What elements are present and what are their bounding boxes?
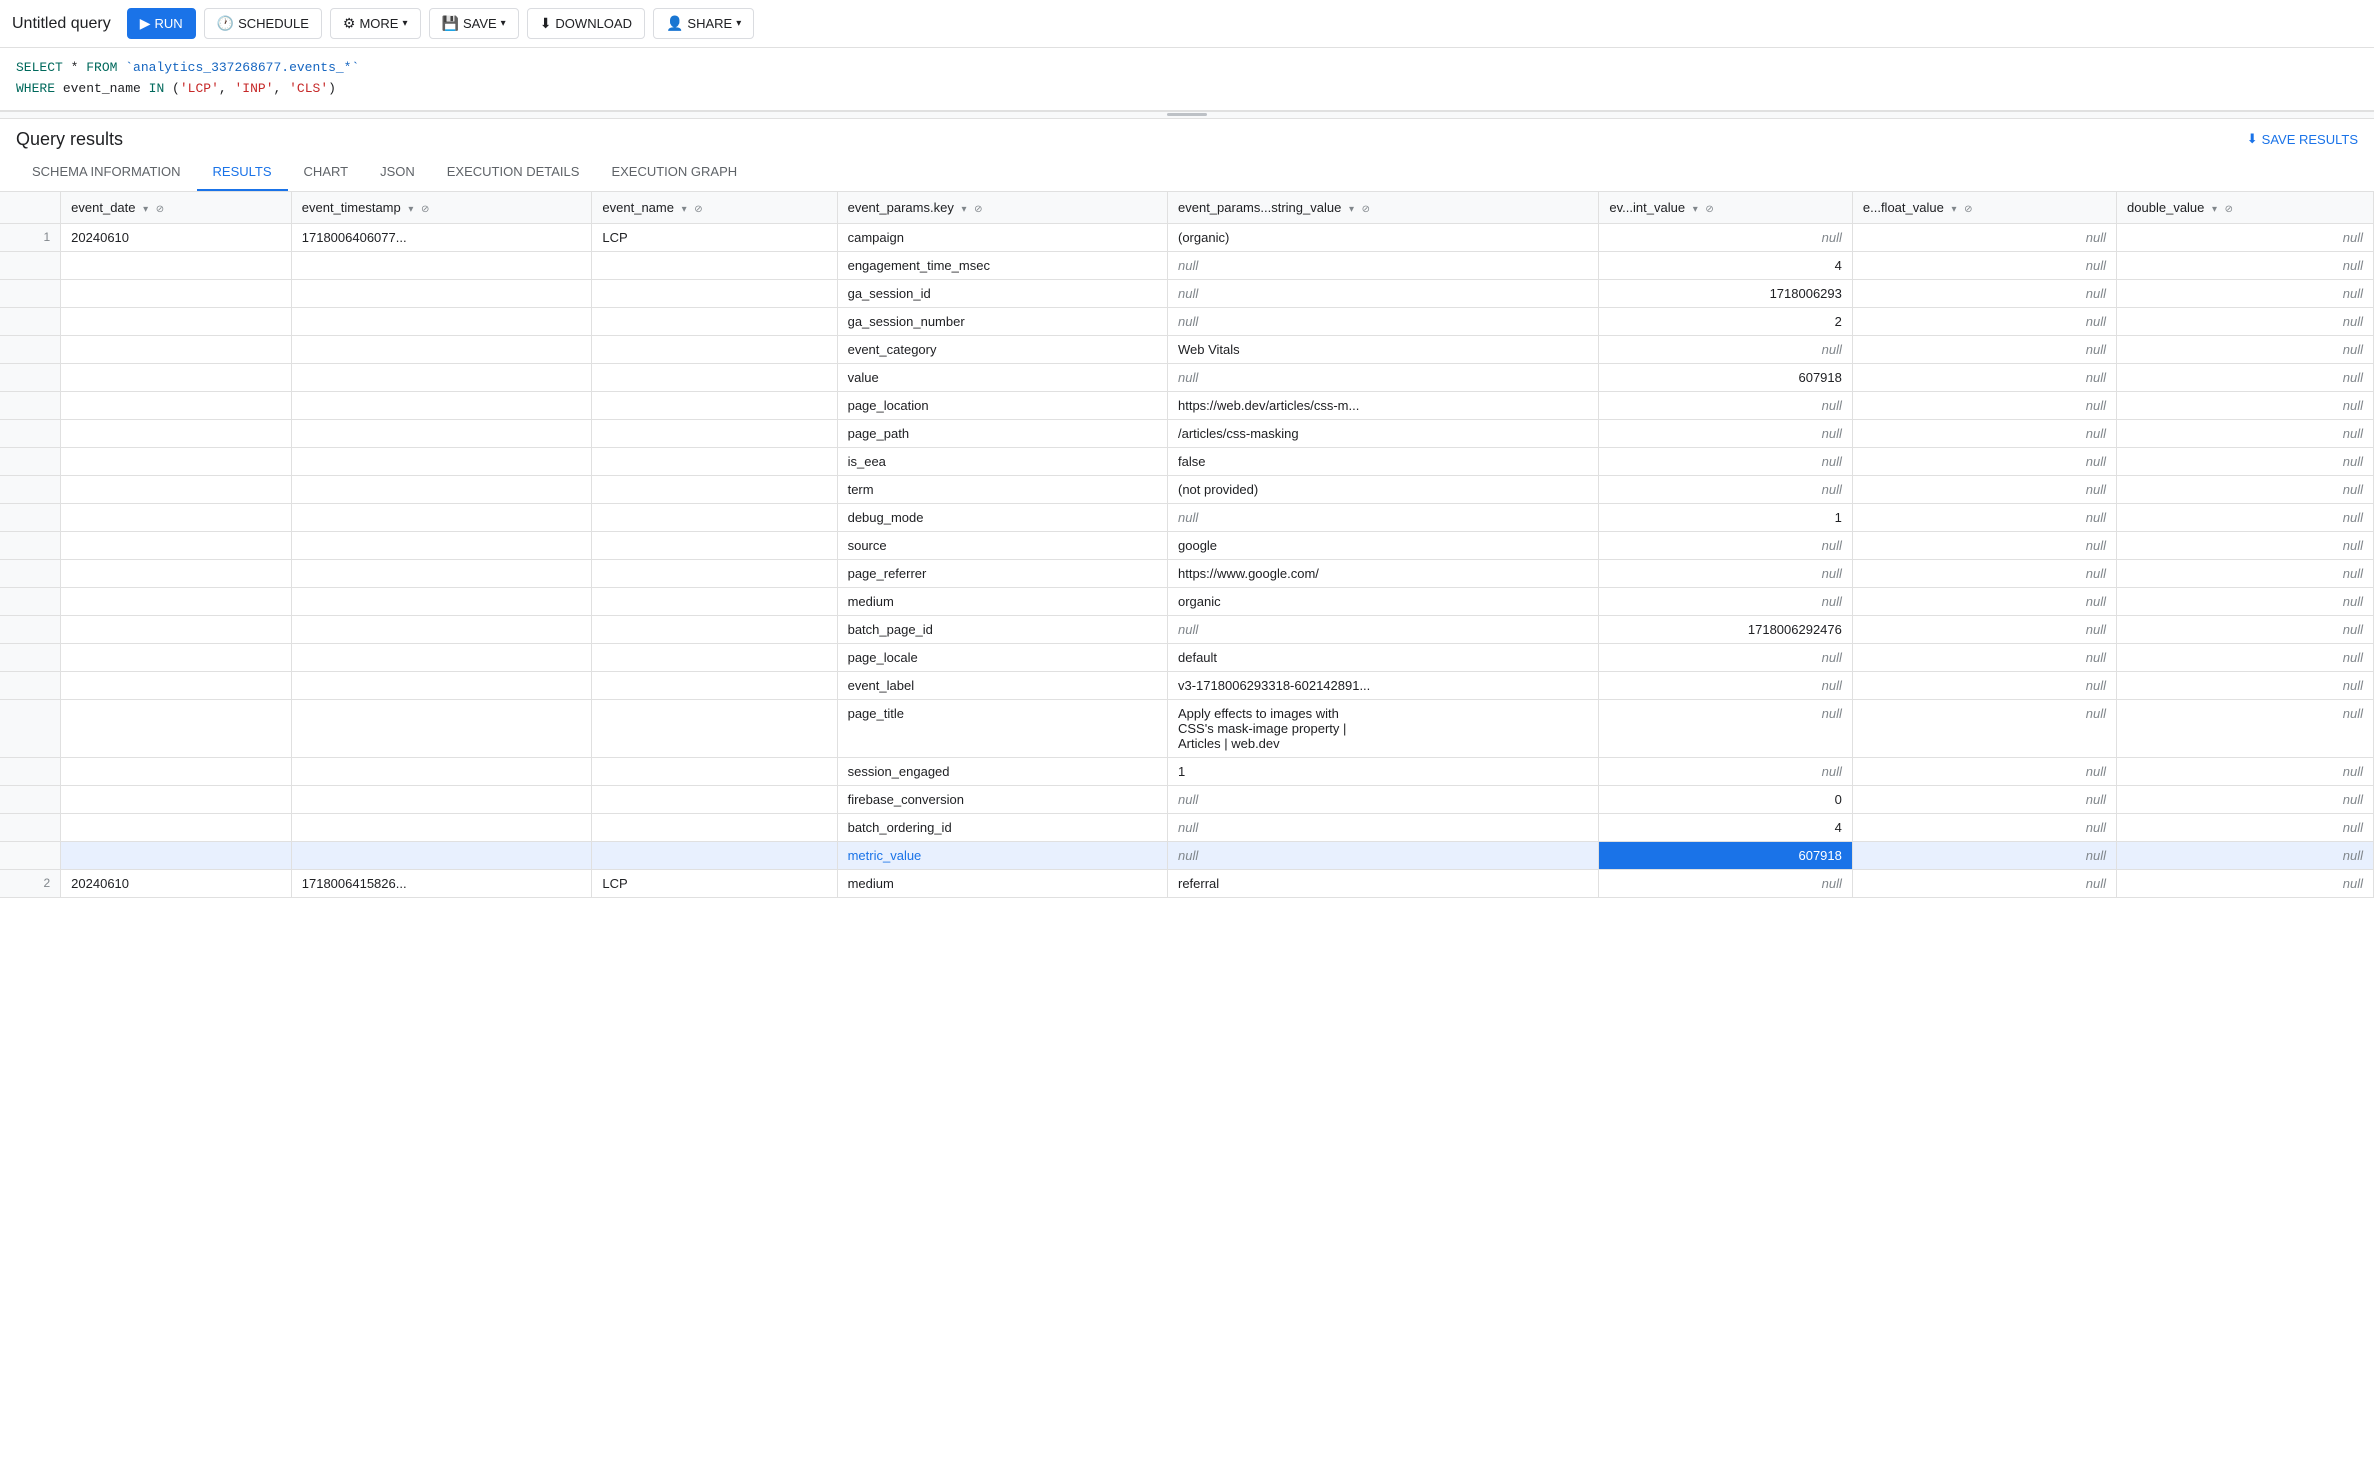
results-title: Query results: [16, 129, 123, 150]
page-title: Untitled query: [12, 15, 111, 33]
settings-icon: ⚙: [343, 15, 356, 32]
tabs-bar: SCHEMA INFORMATION RESULTS CHART JSON EX…: [0, 154, 2374, 192]
filter-icon: ⊘: [1964, 204, 1972, 215]
table-row: page_referrerhttps://www.google.com/null…: [0, 559, 2374, 587]
col-float-value[interactable]: e...float_value ▾ ⊘: [1852, 192, 2116, 224]
table-row: 2202406101718006415826...LCPmediumreferr…: [0, 869, 2374, 897]
chevron-down-icon: ▾: [501, 18, 506, 29]
sql-line-1: SELECT * FROM `analytics_337268677.event…: [16, 58, 2358, 79]
save-button[interactable]: 💾 SAVE ▾: [429, 8, 519, 39]
table-row: session_engaged1nullnullnull: [0, 757, 2374, 785]
filter-icon: ⊘: [694, 204, 702, 215]
sort-icon: ▾: [1693, 204, 1698, 215]
table-row: event_labelv3-1718006293318-602142891...…: [0, 671, 2374, 699]
save-results-icon: ⬇: [2247, 131, 2258, 147]
sql-editor[interactable]: SELECT * FROM `analytics_337268677.event…: [0, 48, 2374, 111]
table-header-row: event_date ▾ ⊘ event_timestamp ▾ ⊘ event…: [0, 192, 2374, 224]
tab-execution-details[interactable]: EXECUTION DETAILS: [431, 154, 596, 191]
tab-json[interactable]: JSON: [364, 154, 431, 191]
table-row: batch_ordering_idnull4nullnull: [0, 813, 2374, 841]
col-event-params-key[interactable]: event_params.key ▾ ⊘: [837, 192, 1167, 224]
sort-icon: ▾: [682, 204, 687, 215]
download-button[interactable]: ⬇ DOWNLOAD: [527, 8, 645, 39]
filter-icon: ⊘: [2225, 204, 2233, 215]
col-event-date[interactable]: event_date ▾ ⊘: [61, 192, 292, 224]
results-section: Query results ⬇ SAVE RESULTS SCHEMA INFO…: [0, 119, 2374, 1437]
share-icon: 👤: [666, 15, 683, 32]
table-row: ga_session_numbernull2nullnull: [0, 307, 2374, 335]
chevron-down-icon: ▾: [402, 18, 407, 29]
table-row: 1202406101718006406077...LCPcampaign(org…: [0, 223, 2374, 251]
sort-icon: ▾: [1349, 204, 1354, 215]
table-row: ga_session_idnull1718006293nullnull: [0, 279, 2374, 307]
table-body: 1202406101718006406077...LCPcampaign(org…: [0, 223, 2374, 897]
resize-bar: [1167, 113, 1207, 116]
table-row: term(not provided)nullnullnull: [0, 475, 2374, 503]
table-row: sourcegooglenullnullnull: [0, 531, 2374, 559]
sql-line-2: WHERE event_name IN ('LCP', 'INP', 'CLS'…: [16, 79, 2358, 100]
filter-icon: ⊘: [1705, 204, 1713, 215]
col-event-name[interactable]: event_name ▾ ⊘: [592, 192, 837, 224]
row-number-header: [0, 192, 61, 224]
schedule-icon: 🕐: [217, 15, 234, 32]
tab-results[interactable]: RESULTS: [197, 154, 288, 191]
chevron-down-icon: ▾: [736, 18, 741, 29]
results-table-container[interactable]: event_date ▾ ⊘ event_timestamp ▾ ⊘ event…: [0, 192, 2374, 1437]
col-double-value[interactable]: double_value ▾ ⊘: [2117, 192, 2374, 224]
sort-icon: ▾: [408, 204, 413, 215]
table-row: is_eeafalsenullnullnull: [0, 447, 2374, 475]
save-results-button[interactable]: ⬇ SAVE RESULTS: [2247, 131, 2358, 147]
filter-icon: ⊘: [974, 204, 982, 215]
table-row: firebase_conversionnull0nullnull: [0, 785, 2374, 813]
filter-icon: ⊘: [156, 204, 164, 215]
table-row: page_locationhttps://web.dev/articles/cs…: [0, 391, 2374, 419]
schedule-button[interactable]: 🕐 SCHEDULE: [204, 8, 322, 39]
filter-icon: ⊘: [421, 204, 429, 215]
table-row: mediumorganicnullnullnull: [0, 587, 2374, 615]
table-row: batch_page_idnull1718006292476nullnull: [0, 615, 2374, 643]
table-row: page_titleApply effects to images with C…: [0, 699, 2374, 757]
table-row: metric_valuenull607918nullnull: [0, 841, 2374, 869]
table-row: debug_modenull1nullnull: [0, 503, 2374, 531]
sort-icon: ▾: [2212, 204, 2217, 215]
tab-schema[interactable]: SCHEMA INFORMATION: [16, 154, 197, 191]
table-row: page_localedefaultnullnullnull: [0, 643, 2374, 671]
run-icon: ▶: [140, 15, 151, 32]
table-row: engagement_time_msecnull4nullnull: [0, 251, 2374, 279]
results-table: event_date ▾ ⊘ event_timestamp ▾ ⊘ event…: [0, 192, 2374, 898]
col-event-timestamp[interactable]: event_timestamp ▾ ⊘: [291, 192, 592, 224]
run-button[interactable]: ▶ RUN: [127, 8, 196, 39]
resize-handle[interactable]: [0, 111, 2374, 119]
col-int-value[interactable]: ev...int_value ▾ ⊘: [1599, 192, 1852, 224]
top-bar: Untitled query ▶ RUN 🕐 SCHEDULE ⚙ MORE ▾…: [0, 0, 2374, 48]
share-button[interactable]: 👤 SHARE ▾: [653, 8, 754, 39]
table-row: valuenull607918nullnull: [0, 363, 2374, 391]
tab-execution-graph[interactable]: EXECUTION GRAPH: [595, 154, 753, 191]
table-row: event_categoryWeb Vitalsnullnullnull: [0, 335, 2374, 363]
save-icon: 💾: [442, 15, 459, 32]
tab-chart[interactable]: CHART: [288, 154, 365, 191]
sort-icon: ▾: [143, 204, 148, 215]
more-button[interactable]: ⚙ MORE ▾: [330, 8, 421, 39]
col-event-params-string-value[interactable]: event_params...string_value ▾ ⊘: [1168, 192, 1599, 224]
results-header: Query results ⬇ SAVE RESULTS: [0, 119, 2374, 150]
table-row: page_path/articles/css-maskingnullnullnu…: [0, 419, 2374, 447]
download-icon: ⬇: [540, 15, 552, 32]
filter-icon: ⊘: [1362, 204, 1370, 215]
sort-icon: ▾: [961, 204, 966, 215]
sort-icon: ▾: [1951, 204, 1956, 215]
